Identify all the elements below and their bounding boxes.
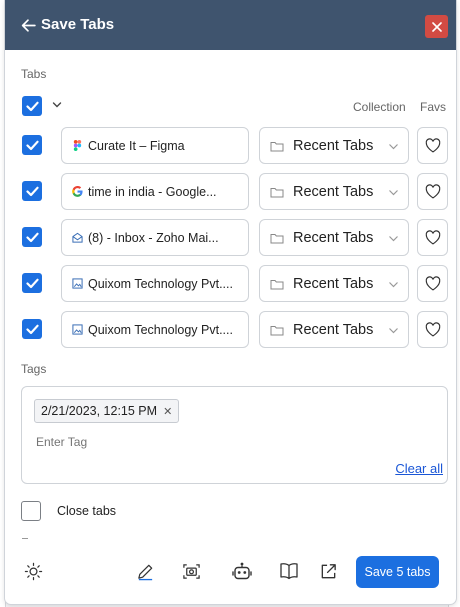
- collection-select[interactable]: Recent Tabs: [259, 311, 409, 348]
- tag-input[interactable]: [36, 435, 286, 449]
- folder-icon: [270, 279, 284, 289]
- external-link-icon: [321, 563, 336, 578]
- tag-chip: 2/21/2023, 12:15 PM ✕: [34, 399, 180, 423]
- collection-column-header: Collection: [353, 100, 406, 114]
- folder-icon: [270, 233, 284, 243]
- tab-row-checkbox[interactable]: [22, 273, 42, 293]
- favs-column-header: Favs: [420, 100, 447, 114]
- divider: [22, 538, 28, 539]
- folder-icon: [270, 141, 284, 151]
- close-icon: [431, 21, 442, 32]
- checkmark-icon: [25, 140, 39, 150]
- theme-toggle-button[interactable]: [23, 561, 43, 581]
- chevron-down-icon: [389, 282, 398, 288]
- collection-select[interactable]: Recent Tabs: [259, 127, 409, 164]
- mail-icon: [72, 232, 83, 243]
- folder-icon: [270, 325, 284, 335]
- favorite-button[interactable]: [417, 311, 448, 348]
- chevron-down-icon: [389, 236, 398, 242]
- heart-icon: [425, 230, 440, 245]
- favorite-button[interactable]: [417, 173, 448, 210]
- close-tabs-label: Close tabs: [57, 504, 117, 518]
- clear-all-link[interactable]: Clear all: [395, 461, 443, 476]
- camera-scan-icon: [182, 563, 200, 579]
- chevron-down-icon: [389, 190, 398, 196]
- save-tabs-button[interactable]: Save 5 tabs: [356, 556, 439, 588]
- page-title: Save Tabs: [41, 16, 115, 33]
- heart-icon: [425, 322, 440, 337]
- tab-title-text: (8) - Inbox - Zoho Mai...: [88, 230, 219, 245]
- remove-tag-icon[interactable]: ✕: [163, 405, 172, 418]
- heart-icon: [425, 276, 440, 291]
- image-icon: [72, 324, 83, 335]
- tab-title-field[interactable]: (8) - Inbox - Zoho Mai...: [61, 219, 249, 256]
- tab-title-field[interactable]: Curate It – Figma: [61, 127, 249, 164]
- pencil-icon: [137, 564, 152, 580]
- checkmark-icon: [25, 101, 39, 111]
- close-button[interactable]: [425, 15, 448, 38]
- sun-icon: [24, 562, 42, 580]
- collection-select[interactable]: Recent Tabs: [259, 173, 409, 210]
- tab-title-field[interactable]: Quixom Technology Pvt....: [61, 311, 249, 348]
- back-arrow-icon[interactable]: [20, 17, 37, 34]
- collection-select[interactable]: Recent Tabs: [259, 219, 409, 256]
- edit-button[interactable]: [135, 561, 155, 581]
- collection-value: Recent Tabs: [293, 321, 374, 338]
- tab-row-checkbox[interactable]: [22, 181, 42, 201]
- close-tabs-checkbox[interactable]: [21, 501, 41, 521]
- robot-icon: [232, 562, 252, 579]
- chevron-down-icon: [389, 144, 398, 150]
- screenshot-button[interactable]: [181, 561, 201, 581]
- reader-button[interactable]: [279, 561, 299, 581]
- checkmark-icon: [25, 186, 39, 196]
- collection-value: Recent Tabs: [293, 137, 374, 154]
- tabs-section-label: Tabs: [21, 67, 47, 81]
- figma-icon: [73, 140, 82, 151]
- book-open-icon: [280, 563, 298, 580]
- tab-title-field[interactable]: Quixom Technology Pvt....: [61, 265, 249, 302]
- image-icon: [72, 278, 83, 289]
- save-tabs-panel: Save Tabs Tabs Collection Favs Curate It…: [5, 0, 456, 604]
- tab-title-field[interactable]: time in india - Google...: [61, 173, 249, 210]
- chevron-down-icon: [389, 328, 398, 334]
- google-icon: [72, 186, 83, 197]
- favorite-button[interactable]: [417, 219, 448, 256]
- checkmark-icon: [25, 324, 39, 334]
- tab-row-checkbox[interactable]: [22, 135, 42, 155]
- tab-title-text: time in india - Google...: [88, 184, 217, 199]
- open-external-button[interactable]: [318, 561, 338, 581]
- tab-row-checkbox[interactable]: [22, 319, 42, 339]
- checkmark-icon: [25, 278, 39, 288]
- collection-value: Recent Tabs: [293, 183, 374, 200]
- panel-header: Save Tabs: [5, 0, 456, 50]
- favorite-button[interactable]: [417, 265, 448, 302]
- bot-button[interactable]: [232, 561, 252, 581]
- folder-icon: [270, 187, 284, 197]
- collection-value: Recent Tabs: [293, 275, 374, 292]
- collection-select[interactable]: Recent Tabs: [259, 265, 409, 302]
- tab-row-checkbox[interactable]: [22, 227, 42, 247]
- checkmark-icon: [25, 232, 39, 242]
- heart-icon: [425, 138, 440, 153]
- favorite-button[interactable]: [417, 127, 448, 164]
- tags-section-label: Tags: [21, 362, 47, 376]
- tab-title-text: Curate It – Figma: [88, 138, 185, 153]
- select-all-checkbox[interactable]: [22, 96, 42, 116]
- tag-chip-label: 2/21/2023, 12:15 PM: [41, 404, 158, 418]
- heart-icon: [425, 184, 440, 199]
- tags-box[interactable]: 2/21/2023, 12:15 PM ✕ Clear all: [21, 386, 448, 484]
- tab-title-text: Quixom Technology Pvt....: [88, 276, 233, 291]
- tab-title-text: Quixom Technology Pvt....: [88, 322, 233, 337]
- chevron-down-icon[interactable]: [52, 101, 62, 109]
- collection-value: Recent Tabs: [293, 229, 374, 246]
